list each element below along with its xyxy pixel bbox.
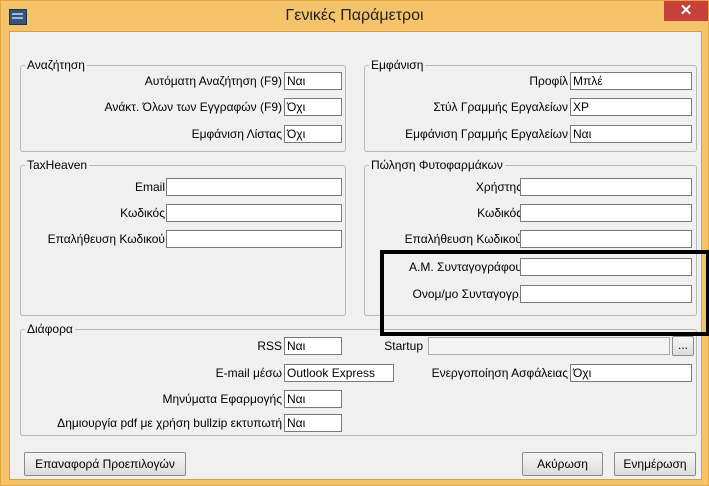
taxheaven-confirm-password-field[interactable]: [166, 230, 342, 248]
profile-label: Προφίλ: [529, 74, 568, 88]
misc-group-title: Διάφορα: [27, 322, 73, 336]
email-via-label: E-mail μέσω: [215, 366, 282, 380]
rss-label: RSS: [257, 339, 282, 353]
taxheaven-group-title: TaxHeaven: [27, 158, 88, 172]
fetch-all-records-label: Ανάκτ. Όλων των Εγγραφών (F9): [104, 100, 282, 114]
title-bar[interactable]: Γενικές Παράμετροι ✕: [1, 1, 708, 31]
pesticide-confirm-password-label: Επαλήθευση Κωδικού: [404, 232, 522, 246]
startup-path-field[interactable]: [428, 337, 670, 355]
dialog-window: Γενικές Παράμετροι ✕ Αναζήτηση Αυτόματη …: [0, 0, 709, 486]
email-via-field[interactable]: Outlook Express: [284, 364, 394, 382]
taxheaven-email-field[interactable]: [166, 178, 342, 196]
toolbar-style-field[interactable]: XP: [570, 98, 692, 116]
dialog-body: Αναζήτηση Αυτόματη Αναζήτηση (F9) Ναι Αν…: [9, 31, 709, 480]
pesticide-password-field[interactable]: [520, 204, 692, 222]
security-field[interactable]: Όχι: [570, 364, 692, 382]
show-toolbar-field[interactable]: Ναι: [570, 125, 692, 143]
pdf-bullzip-label: Δημιουργία pdf με χρήση bullzip εκτυπωτή: [57, 416, 282, 430]
cancel-button[interactable]: Ακύρωση: [522, 452, 603, 476]
pesticide-user-field[interactable]: [520, 178, 692, 196]
taxheaven-confirm-password-label: Επαλήθευση Κωδικού: [47, 232, 165, 246]
pesticide-confirm-password-field[interactable]: [520, 230, 692, 248]
pesticide-sales-group-title: Πώληση Φυτοφαρμάκων: [371, 158, 503, 172]
app-messages-field[interactable]: Ναι: [284, 390, 342, 408]
show-toolbar-label: Εμφάνιση Γραμμής Εργαλείων: [405, 127, 568, 141]
startup-label: Startup: [384, 339, 423, 353]
taxheaven-password-field[interactable]: [166, 204, 342, 222]
show-list-label: Εμφάνιση Λίστας: [191, 127, 282, 141]
rss-field[interactable]: Ναι: [284, 337, 342, 355]
taxheaven-email-label: Email: [134, 180, 165, 194]
security-label: Ενεργοποίηση Ασφάλειας: [431, 366, 568, 380]
highlight-frame: [380, 250, 709, 336]
pesticide-user-label: Χρήστης: [475, 180, 522, 194]
auto-search-field[interactable]: Ναι: [284, 72, 342, 90]
app-messages-label: Μηνύματα Εφαρμογής: [162, 392, 282, 406]
reset-defaults-button[interactable]: Επαναφορά Προεπιλογών: [24, 452, 186, 476]
auto-search-label: Αυτόματη Αναζήτηση (F9): [144, 74, 282, 88]
profile-field[interactable]: Μπλέ: [570, 72, 692, 90]
taxheaven-password-label: Κωδικός: [120, 206, 165, 220]
close-button[interactable]: ✕: [664, 1, 708, 21]
fetch-all-records-field[interactable]: Όχι: [284, 98, 342, 116]
search-group-title: Αναζήτηση: [27, 58, 85, 72]
appearance-group-title: Εμφάνιση: [371, 58, 424, 72]
update-button[interactable]: Ενημέρωση: [614, 452, 696, 476]
pdf-bullzip-field[interactable]: Ναι: [284, 414, 342, 432]
window-title: Γενικές Παράμετροι: [285, 7, 424, 24]
pesticide-password-label: Κωδικός: [477, 206, 522, 220]
show-list-field[interactable]: Όχι: [284, 125, 342, 143]
toolbar-style-label: Στύλ Γραμμής Εργαλείων: [433, 100, 568, 114]
startup-browse-button[interactable]: ...: [672, 336, 694, 356]
